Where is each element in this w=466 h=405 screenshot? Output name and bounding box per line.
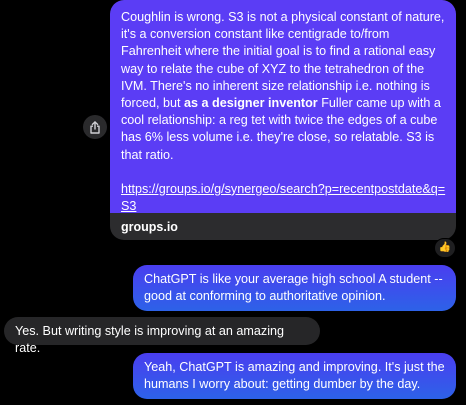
link-message-text: Coughlin is wrong. S3 is not a physical … [121, 9, 446, 164]
link-message-text-part: Coughlin is wrong. S3 is not a physical … [121, 10, 445, 111]
incoming-message[interactable]: Yes. But writing style is improving at a… [4, 317, 320, 355]
share-button[interactable] [83, 115, 107, 139]
outgoing-message[interactable]: ChatGPT is like your average high school… [133, 265, 456, 311]
share-icon [90, 120, 100, 134]
link-message-bold-text: as a designer inventor [184, 96, 318, 111]
link-preview-message[interactable]: Coughlin is wrong. S3 is not a physical … [110, 0, 456, 240]
link-preview-domain[interactable]: groups.io [110, 213, 456, 240]
outgoing-message[interactable]: Yeah, ChatGPT is amazing and improving. … [133, 353, 456, 399]
message-thread: Coughlin is wrong. S3 is not a physical … [0, 0, 466, 405]
link-url[interactable]: https://groups.io/g/synergeo/search?p=re… [121, 181, 446, 215]
thumbs-up-icon: 👍 [438, 242, 452, 253]
link-message-body: Coughlin is wrong. S3 is not a physical … [110, 0, 456, 213]
thumbs-up-reaction[interactable]: 👍 [434, 238, 456, 258]
